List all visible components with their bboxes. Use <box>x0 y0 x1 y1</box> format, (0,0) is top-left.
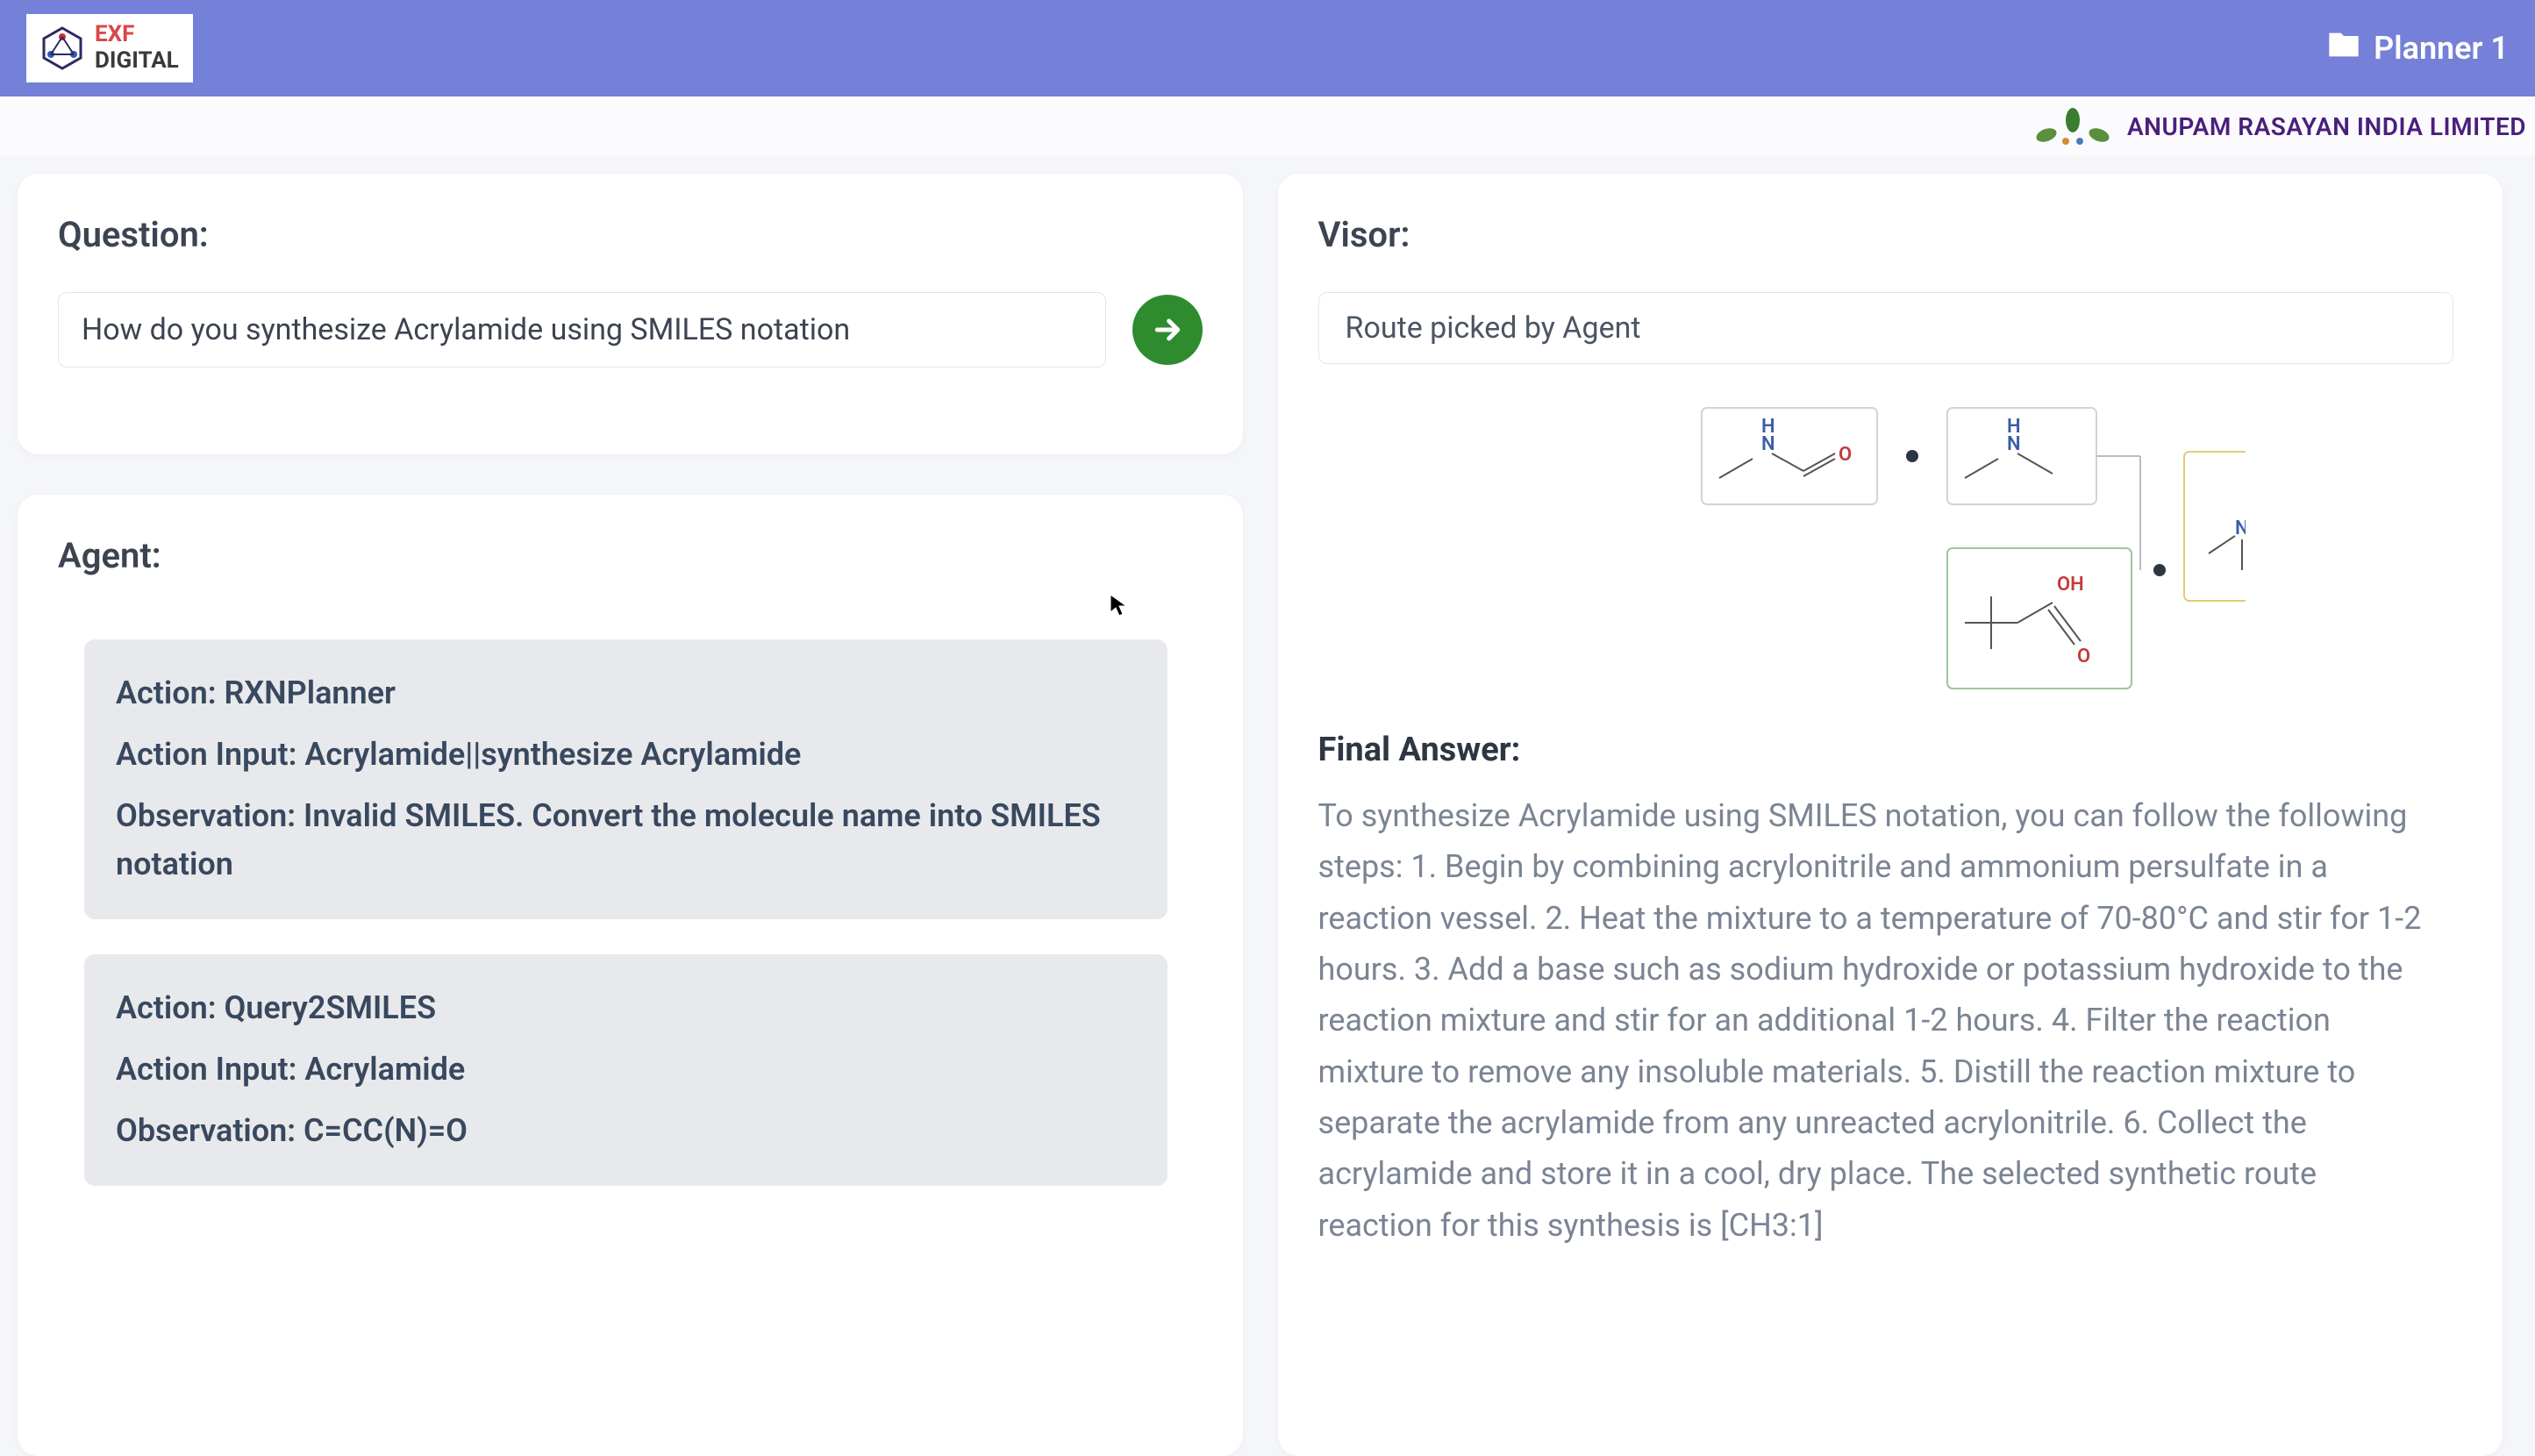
agent-action: Action: Query2SMILES <box>116 984 1136 1033</box>
leaf-cluster-icon <box>2029 104 2117 148</box>
agent-observation: Observation: Invalid SMILES. Convert the… <box>116 792 1136 890</box>
agent-step: Action: Query2SMILES Action Input: Acryl… <box>84 954 1168 1185</box>
folder-icon <box>2326 27 2361 70</box>
question-title: Question: <box>58 214 1203 255</box>
right-column: Visor: Route picked by Agent H N O <box>1278 174 2503 1456</box>
agent-step: Action: RXNPlanner Action Input: Acrylam… <box>84 639 1168 919</box>
visor-card: Visor: Route picked by Agent H N O <box>1278 174 2503 1456</box>
submit-button[interactable] <box>1132 295 1203 365</box>
agent-title: Agent: <box>58 535 1203 576</box>
svg-text:N: N <box>2235 517 2246 539</box>
agent-input: Action Input: Acrylamide||synthesize Acr… <box>116 731 1136 780</box>
agent-card: Agent: Action: RXNPlanner Action Input: … <box>18 495 1243 1456</box>
question-card: Question: <box>18 174 1243 454</box>
agent-input: Action Input: Acrylamide <box>116 1046 1136 1095</box>
app-logo: EXF DIGITAL <box>26 14 193 82</box>
svg-text:O: O <box>1839 444 1852 466</box>
reaction-diagram: H N O H N <box>1318 399 2454 697</box>
final-answer-title: Final Answer: <box>1318 731 2454 769</box>
question-input[interactable] <box>58 292 1106 368</box>
reaction-svg: H N O H N <box>1526 399 2246 697</box>
final-answer-scroll[interactable]: To synthesize Acrylamide using SMILES no… <box>1318 790 2454 1416</box>
svg-text:O: O <box>2077 646 2090 667</box>
company-name: ANUPAM RASAYAN INDIA LIMITED <box>2127 112 2526 141</box>
visor-body: Route picked by Agent H N O <box>1318 292 2463 1416</box>
subheader: ANUPAM RASAYAN INDIA LIMITED <box>0 96 2535 156</box>
planner-label-text: Planner 1 <box>2374 30 2509 67</box>
logo-brand-top: EXF <box>95 22 179 48</box>
hexagon-logo-icon <box>40 26 84 70</box>
planner-nav[interactable]: Planner 1 <box>2326 27 2509 70</box>
svg-text:N: N <box>1761 433 1775 455</box>
agent-action: Action: RXNPlanner <box>116 669 1136 718</box>
left-column: Question: Agent: Action: RXNPlanner Acti… <box>18 174 1243 1456</box>
company-logo: ANUPAM RASAYAN INDIA LIMITED <box>2029 104 2526 148</box>
svg-text:N: N <box>2007 433 2021 455</box>
app-header: EXF DIGITAL Planner 1 <box>0 0 2535 96</box>
logo-brand-bottom: DIGITAL <box>95 48 179 75</box>
agent-log-scroll[interactable]: Action: RXNPlanner Action Input: Acrylam… <box>58 613 1203 1416</box>
arrow-right-icon <box>1150 312 1185 347</box>
visor-title: Visor: <box>1318 214 2463 255</box>
route-label: Route picked by Agent <box>1318 292 2454 364</box>
final-answer-text: To synthesize Acrylamide using SMILES no… <box>1318 790 2428 1251</box>
agent-observation: Observation: C=CC(N)=O <box>116 1107 1136 1156</box>
question-row <box>58 292 1203 368</box>
main-content: Question: Agent: Action: RXNPlanner Acti… <box>0 156 2535 1456</box>
logo-text: EXF DIGITAL <box>95 22 179 75</box>
svg-text:OH: OH <box>2057 574 2084 596</box>
